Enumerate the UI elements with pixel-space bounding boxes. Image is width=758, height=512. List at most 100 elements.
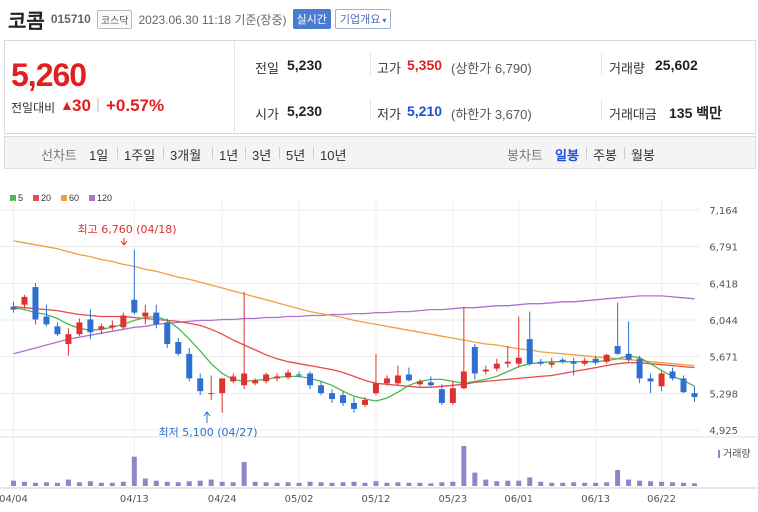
tab-10y[interactable]: 10년	[320, 145, 346, 164]
prev-close-value: 5,230	[287, 57, 323, 73]
open-label: 시가	[255, 107, 279, 122]
volume-bar	[10, 480, 16, 486]
volume-bar	[307, 481, 313, 486]
volume-bar	[197, 480, 203, 486]
volume-bar	[659, 481, 665, 486]
change-separator: |	[96, 96, 101, 113]
ma120-line	[13, 295, 695, 355]
divider	[117, 147, 118, 159]
candle-body	[153, 312, 160, 325]
stock-name: 코콤	[8, 10, 45, 33]
candle-body	[296, 374, 303, 376]
volume-bar	[692, 483, 698, 486]
company-overview-button[interactable]: 기업개요 ▾	[334, 9, 392, 29]
candle-body	[263, 374, 270, 382]
realtime-button[interactable]: 실시간	[292, 9, 331, 29]
volume-bar	[582, 482, 588, 486]
volume-bar	[604, 482, 610, 486]
tab-1w[interactable]: 1주일	[124, 145, 155, 164]
volume-bar	[637, 480, 643, 486]
candle-body	[219, 378, 226, 394]
volume-bar	[560, 482, 566, 486]
tab-5y[interactable]: 5년	[286, 145, 305, 164]
prev-close-label: 전일	[255, 61, 279, 76]
candle-body	[658, 373, 665, 387]
volume-bar	[98, 482, 104, 486]
volume-bar	[43, 482, 49, 486]
candle-body	[416, 381, 423, 385]
tab-weekly[interactable]: 주봉	[593, 145, 617, 164]
amount-label: 거래대금	[609, 107, 657, 122]
candle-body	[10, 306, 17, 310]
volume-label: 거래량	[723, 448, 751, 460]
volume-bar	[417, 482, 423, 486]
market-badge: 코스닥	[96, 9, 133, 29]
x-tick-label: 04/04	[0, 494, 28, 505]
open-value: 5,230	[287, 103, 323, 119]
tab-daily[interactable]: 일봉	[555, 145, 579, 164]
candle-body	[471, 346, 478, 374]
tab-3m[interactable]: 3개월	[170, 145, 201, 164]
volume-bar	[142, 478, 148, 486]
divider	[586, 147, 587, 159]
volume-bar	[340, 482, 346, 486]
stock-header: 코콤 015710 코스닥 2023.06.30 11:18 기준(장중) 실시…	[0, 0, 758, 38]
tab-monthly[interactable]: 월봉	[631, 145, 655, 164]
volume-bar	[131, 456, 137, 486]
volume-bar	[296, 482, 302, 486]
candle-body	[372, 383, 379, 394]
amount-value: 135 백만	[669, 105, 723, 121]
candle-body	[230, 376, 237, 382]
current-price-panel: 5,260 전일대비 ▲ 30 | +0.57%	[5, 41, 235, 133]
tab-1d[interactable]: 1일	[89, 145, 108, 164]
ma5-line	[13, 307, 695, 402]
volume-bar	[571, 482, 577, 486]
candle-body	[109, 325, 116, 328]
volume-bar	[21, 481, 27, 486]
volume-bar	[285, 482, 291, 486]
candle-body	[449, 388, 456, 403]
candle-body	[603, 354, 610, 362]
ma60-line	[13, 240, 695, 367]
chart-grid	[0, 200, 758, 489]
candle-body	[647, 378, 654, 382]
volume-bar	[65, 479, 71, 486]
candle-body	[592, 358, 599, 363]
volume-bar	[472, 472, 478, 486]
quote-datetime: 2023.06.30 11:18 기준(장중)	[138, 12, 287, 27]
candle-body	[131, 299, 138, 313]
candle-body	[691, 393, 698, 398]
volume-bar	[593, 482, 599, 486]
candle-body	[680, 378, 687, 393]
candle-body	[76, 322, 83, 335]
x-tick-label: 06/22	[647, 494, 676, 505]
candle-body	[526, 339, 533, 364]
volume-bar	[32, 482, 38, 486]
divider	[313, 147, 314, 159]
tab-3y[interactable]: 3년	[252, 145, 271, 164]
dropdown-arrow-icon: ▾	[382, 16, 387, 25]
x-tick-label: 05/12	[362, 494, 391, 505]
high-label: 고가	[377, 61, 401, 76]
volume-bar	[483, 479, 489, 486]
tab-1y[interactable]: 1년	[219, 145, 238, 164]
max-arrow-icon	[120, 238, 128, 246]
volume-bar	[527, 477, 533, 486]
ma20-line	[13, 306, 695, 388]
candlestick-chart[interactable]: 최고 6,760 (04/18) 최저 5,100 (04/27) 거래량 7,1…	[0, 200, 758, 512]
min-arrow-icon	[203, 411, 211, 423]
candle-body	[98, 326, 105, 330]
candle-body	[43, 316, 50, 325]
candle-body	[197, 378, 204, 392]
volume-bar	[439, 482, 445, 486]
divider	[370, 53, 371, 75]
x-axis: 04/04 04/13 04/24 05/02 05/12 05/23 06/01 06/13…	[0, 494, 676, 505]
candle-body	[570, 361, 577, 364]
volume-bar	[230, 482, 236, 486]
price-summary: 5,260 전일대비 ▲ 30 | +0.57% 전일 5,230 고가 5,3…	[4, 40, 756, 134]
divider	[624, 147, 625, 159]
volume-bar	[505, 480, 511, 486]
volume-bar	[538, 481, 544, 486]
period-tab-bar: 선차트 1일 1주일 3개월 1년 3년 5년 10년 봉차트 일봉 주봉 월봉	[4, 136, 756, 169]
x-tick-label: 05/02	[285, 494, 314, 505]
